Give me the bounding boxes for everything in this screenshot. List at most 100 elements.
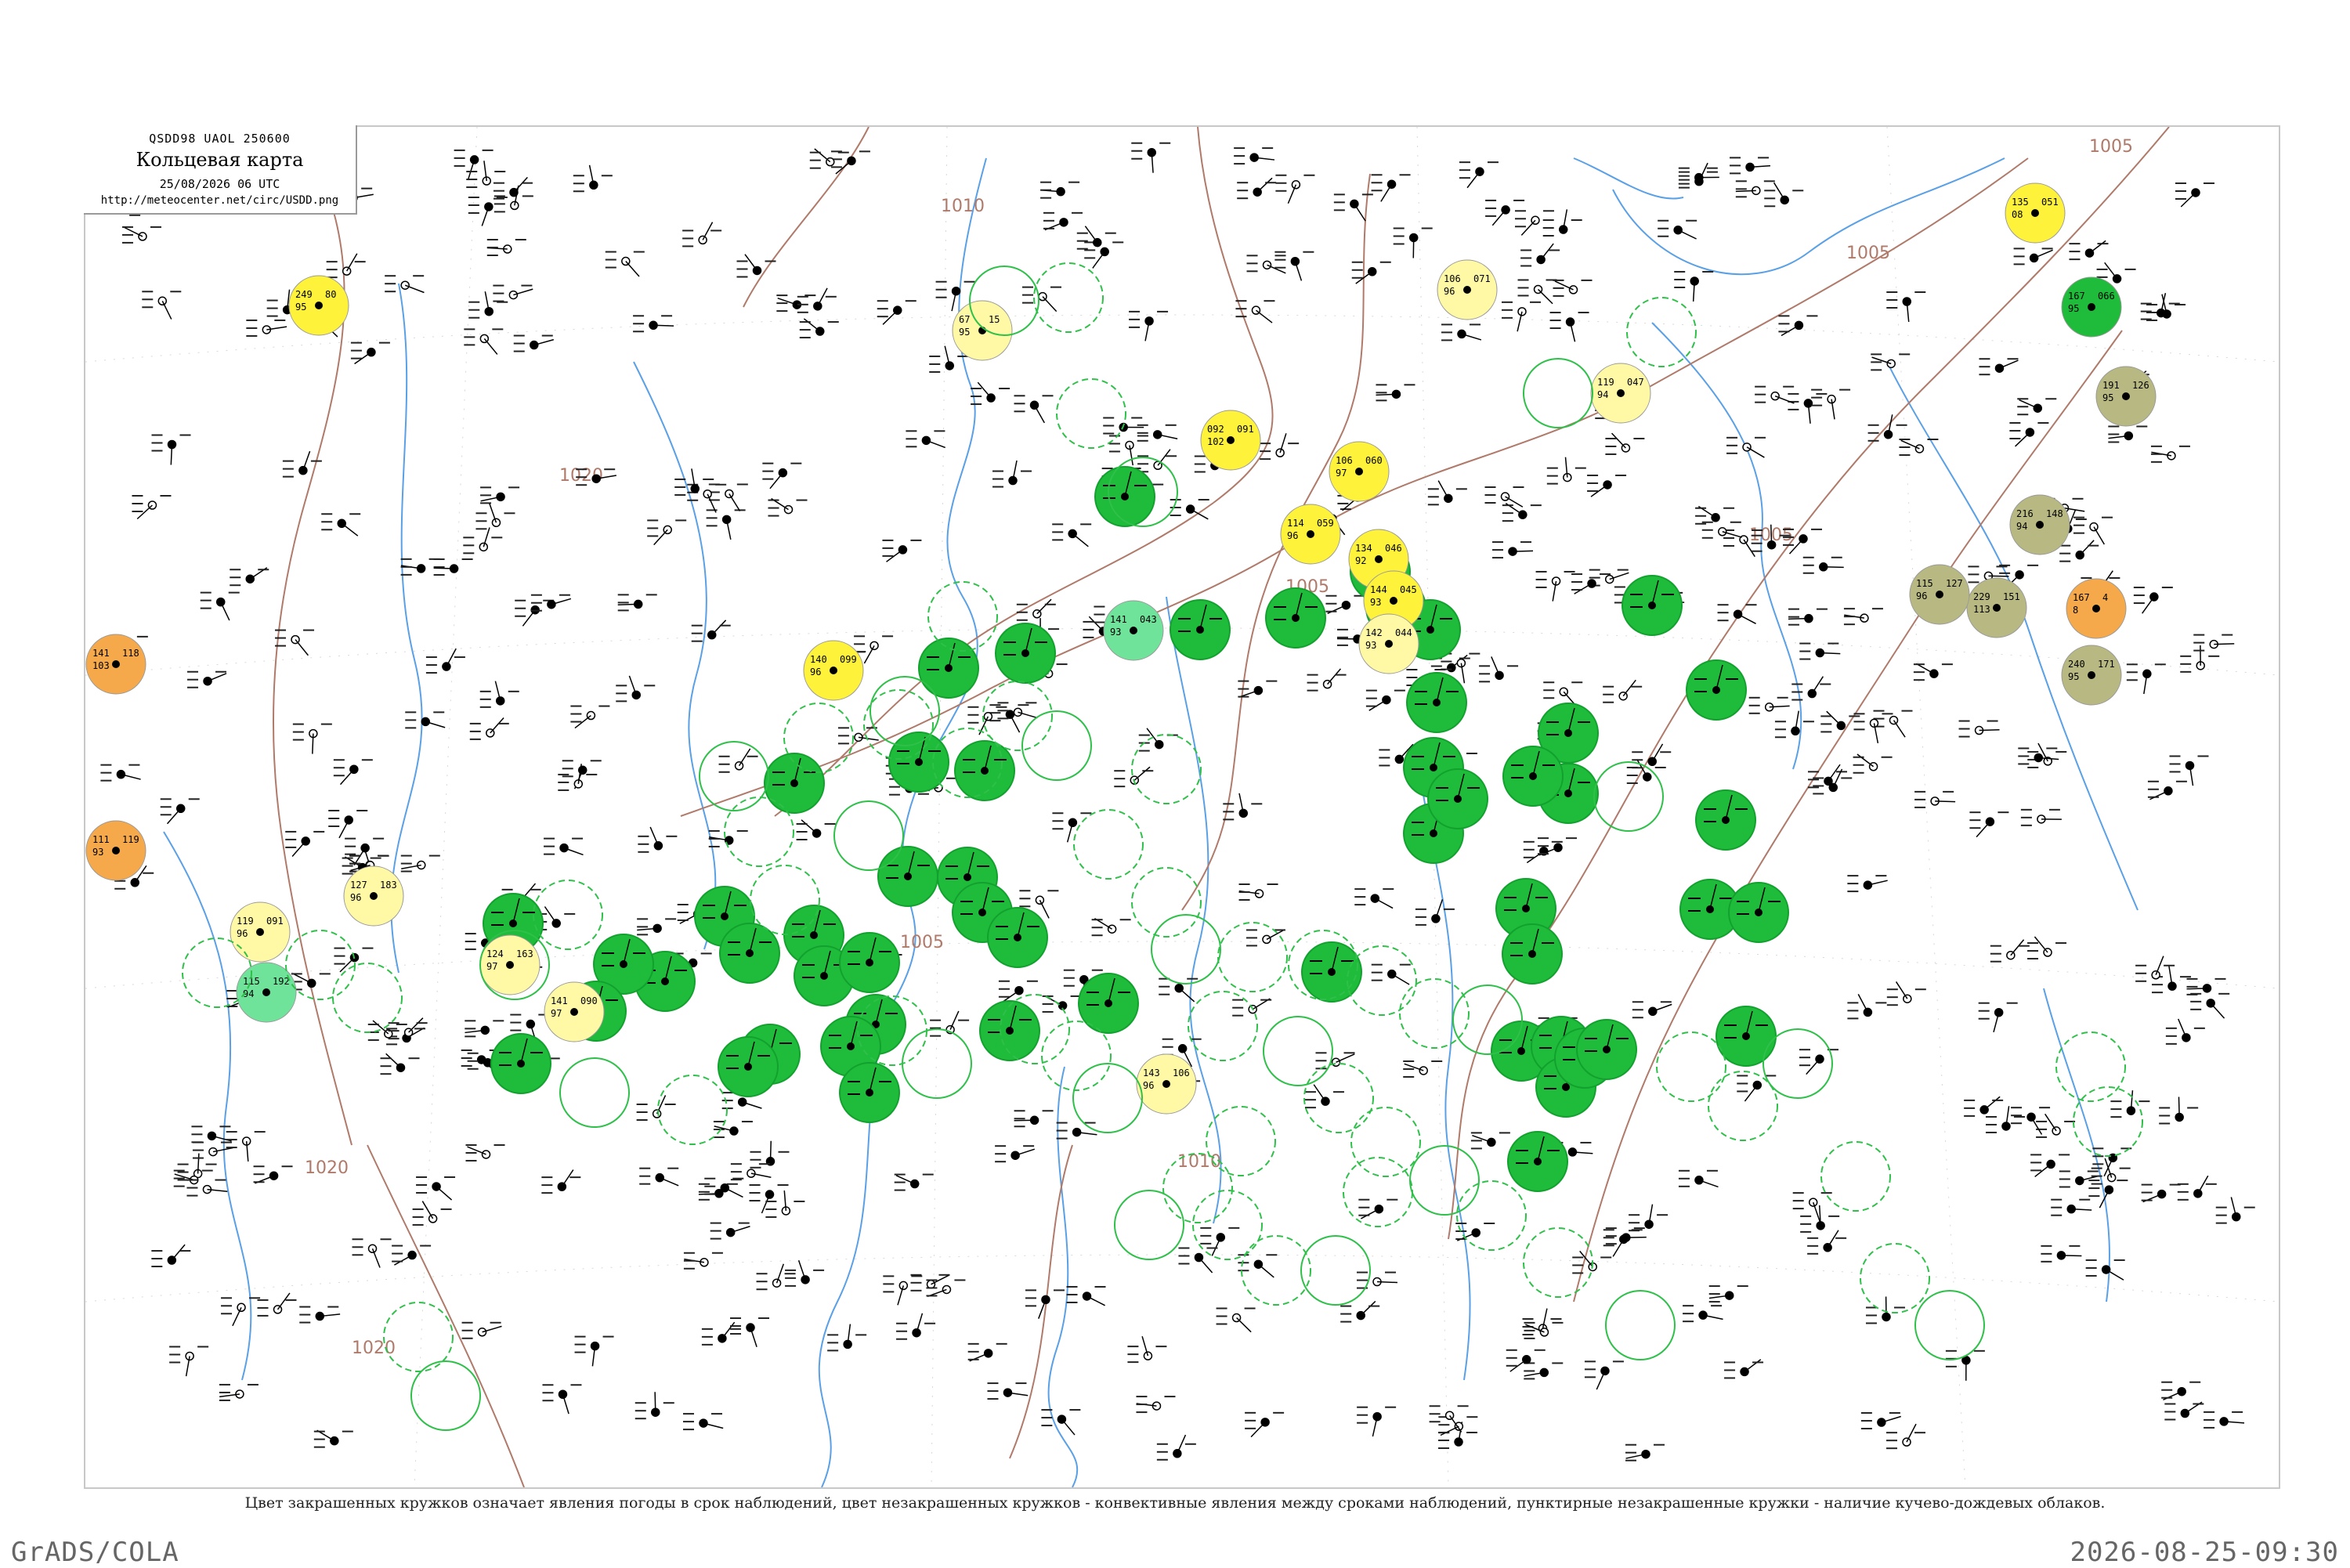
station-glyph	[684, 1253, 723, 1269]
station-glyph	[797, 288, 837, 313]
station-glyph	[1914, 792, 1955, 807]
station-glyph	[2216, 1197, 2255, 1223]
green-station-circles	[483, 467, 1788, 1191]
convective-ring	[1708, 1071, 1777, 1140]
station-glyph	[334, 948, 373, 972]
station-glyph	[1518, 280, 1557, 303]
colored-station: 119 091 96	[230, 902, 290, 962]
isobar-label-1005-e: 1005	[900, 933, 944, 952]
station-glyph	[1778, 316, 1817, 335]
station-glyph	[1315, 1053, 1354, 1068]
station-glyph	[1726, 438, 1766, 457]
station-glyph	[704, 1179, 743, 1198]
station-visibility: 103	[92, 660, 110, 671]
station-glyph	[1964, 1097, 2003, 1116]
station-glyph	[1234, 148, 1274, 164]
station-glyph	[1057, 1123, 1097, 1139]
green-station-circle	[1407, 673, 1466, 732]
station-glyph	[1238, 1255, 1277, 1277]
station-glyph	[997, 703, 1037, 718]
station-temp: 143	[1143, 1068, 1160, 1078]
station-visibility: 94	[1597, 389, 1608, 400]
convective-ring	[1193, 1190, 1262, 1259]
station-glyph	[1632, 1002, 1672, 1017]
station-pressure: 044	[1395, 627, 1412, 638]
convective-ring	[1594, 762, 1663, 831]
station-glyph	[1853, 714, 1893, 743]
station-glyph	[1022, 287, 1061, 312]
station-temp: 144	[1370, 584, 1387, 595]
station-temp: 141	[551, 995, 568, 1006]
station-glyph	[1043, 996, 1082, 1012]
station-glyph	[1239, 884, 1278, 900]
station-glyph	[1986, 1106, 2025, 1133]
colored-station-circles: 2498095141118103111119931350510816706695…	[86, 183, 2156, 1114]
station-pressure: 192	[273, 976, 290, 987]
convective-ring	[1022, 711, 1091, 780]
station-visibility: 93	[1110, 627, 1121, 638]
station-temp: 119	[237, 916, 254, 927]
station-pressure: 066	[2098, 291, 2115, 302]
station-glyph	[2142, 1185, 2181, 1202]
green-station-circle	[1729, 883, 1788, 942]
station-temp: 167	[2068, 291, 2085, 302]
station-glyph	[1455, 1223, 1495, 1241]
station-glyph	[2127, 664, 2166, 694]
station-glyph	[1629, 1205, 1668, 1231]
station-glyph	[827, 1324, 866, 1351]
station-glyph	[1764, 182, 1803, 206]
station-glyph	[2073, 518, 2113, 544]
footer-timestamp: 2026-08-25-09:30	[2070, 1537, 2339, 1568]
station-glyph	[219, 1385, 258, 1400]
rivers	[164, 158, 2138, 1487]
station-glyph	[470, 717, 509, 739]
station-glyph	[992, 461, 1032, 487]
station-glyph	[463, 527, 502, 553]
station-glyph	[768, 499, 808, 516]
station-glyph	[191, 1126, 231, 1142]
station-visibility: 94	[2016, 521, 2027, 532]
station-glyph	[174, 1171, 213, 1187]
station-glyph	[800, 319, 839, 338]
convective-ring	[1657, 1032, 1726, 1101]
station-glyph	[480, 487, 519, 503]
green-station-circle	[1622, 576, 1682, 635]
station-glyph	[426, 649, 465, 673]
convective-ring	[1304, 1064, 1373, 1133]
convective-ring	[1821, 1142, 1890, 1211]
station-glyph	[575, 1337, 614, 1367]
station-glyph	[2086, 1260, 2125, 1280]
station-glyph	[1543, 209, 1582, 236]
station-glyph	[1040, 182, 1079, 198]
station-glyph	[2175, 183, 2214, 207]
station-glyph	[321, 514, 360, 536]
station-glyph	[1550, 313, 1589, 341]
station-visibility: 96	[1444, 286, 1455, 297]
convective-ring	[1524, 359, 1593, 428]
convective-ring	[1915, 1291, 1984, 1360]
station-visibility: 96	[1287, 530, 1298, 541]
green-station-circle	[840, 933, 899, 992]
station-pressure: 106	[1173, 1068, 1190, 1078]
station-glyph	[230, 568, 269, 586]
station-pressure: 091	[266, 916, 284, 927]
station-glyph	[487, 240, 526, 255]
station-temp: 141	[1110, 614, 1127, 625]
station-glyph	[299, 1307, 340, 1323]
station-glyph	[573, 165, 613, 191]
convective-ring	[1606, 1291, 1675, 1360]
station-visibility: 96	[237, 928, 248, 939]
station-glyph	[514, 336, 554, 352]
colored-station: 229151113	[1967, 578, 2026, 638]
station-glyph	[2159, 1097, 2198, 1123]
station-glyph	[1052, 524, 1091, 546]
station-glyph	[493, 286, 533, 302]
station-glyph	[345, 839, 384, 865]
station-glyph	[2151, 446, 2190, 462]
convective-ring	[1301, 1236, 1370, 1305]
station-glyph	[151, 1245, 190, 1266]
colored-station: 14009996	[804, 641, 863, 700]
green-station-circle	[919, 638, 978, 698]
station-glyph	[2027, 937, 2066, 959]
map-url: http://meteocenter.net/circ/USDD.png	[84, 194, 356, 207]
